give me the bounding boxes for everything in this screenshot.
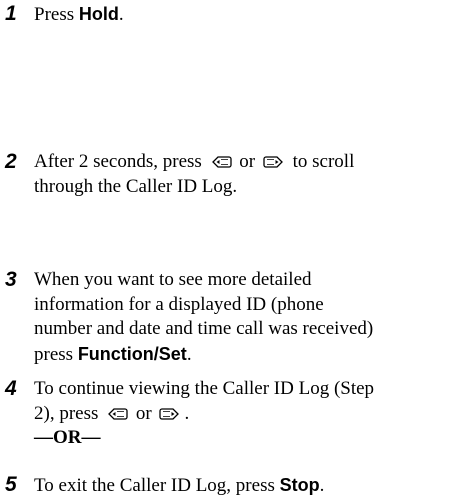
step-number: 3 [5, 268, 17, 291]
step-line: When you want to see more detailed [34, 269, 312, 290]
or-separator: —OR— [34, 427, 101, 448]
step-line: information for a displayed ID (phone [34, 293, 324, 315]
step-line: 2), press or . [34, 402, 462, 427]
step-text-part: . [118, 4, 124, 25]
left-arrow-key-icon [210, 155, 232, 169]
step-text-part: or [239, 151, 256, 172]
stop-key-label: Stop [279, 475, 320, 495]
step-line: To continue viewing the Caller ID Log (S… [34, 378, 375, 399]
step-line: After 2 seconds, press or to scroll [34, 150, 462, 175]
step-text-part: After 2 seconds, press [34, 151, 202, 172]
hold-key-label: Hold [78, 4, 119, 24]
left-arrow-key-icon [106, 407, 128, 421]
step-line: number and date and time call was receiv… [34, 318, 374, 339]
step-line: through the Caller ID Log. [34, 175, 238, 197]
step-text: Press Hold. [34, 2, 462, 28]
step-number: 4 [5, 377, 17, 400]
step-text-part: or [135, 402, 152, 424]
right-arrow-key-icon [263, 155, 285, 169]
step-number: 2 [5, 150, 17, 173]
step-text: After 2 seconds, press or to scroll thro… [34, 150, 462, 199]
step-line: press Function/Set. [34, 342, 462, 368]
step-text-part: To exit the Caller ID Log, press [34, 475, 280, 496]
step-text-part: 2), press [34, 402, 99, 424]
right-arrow-key-icon [159, 407, 181, 421]
step-number: 1 [5, 2, 17, 25]
step-text: To exit the Caller ID Log, press Stop. [34, 473, 462, 499]
step-text-part: to scroll [292, 151, 355, 172]
step-text-part: press [34, 343, 78, 365]
step-text-part: . [186, 343, 192, 365]
function-set-key-label: Function/Set [77, 343, 187, 364]
step-text: When you want to see more detailed infor… [34, 268, 462, 367]
step-text: To continue viewing the Caller ID Log (S… [34, 377, 462, 451]
step-text-part: . [319, 475, 325, 496]
step-text-part: Press [34, 4, 79, 25]
step-text-part: . [184, 402, 190, 424]
step-number: 5 [5, 473, 17, 496]
